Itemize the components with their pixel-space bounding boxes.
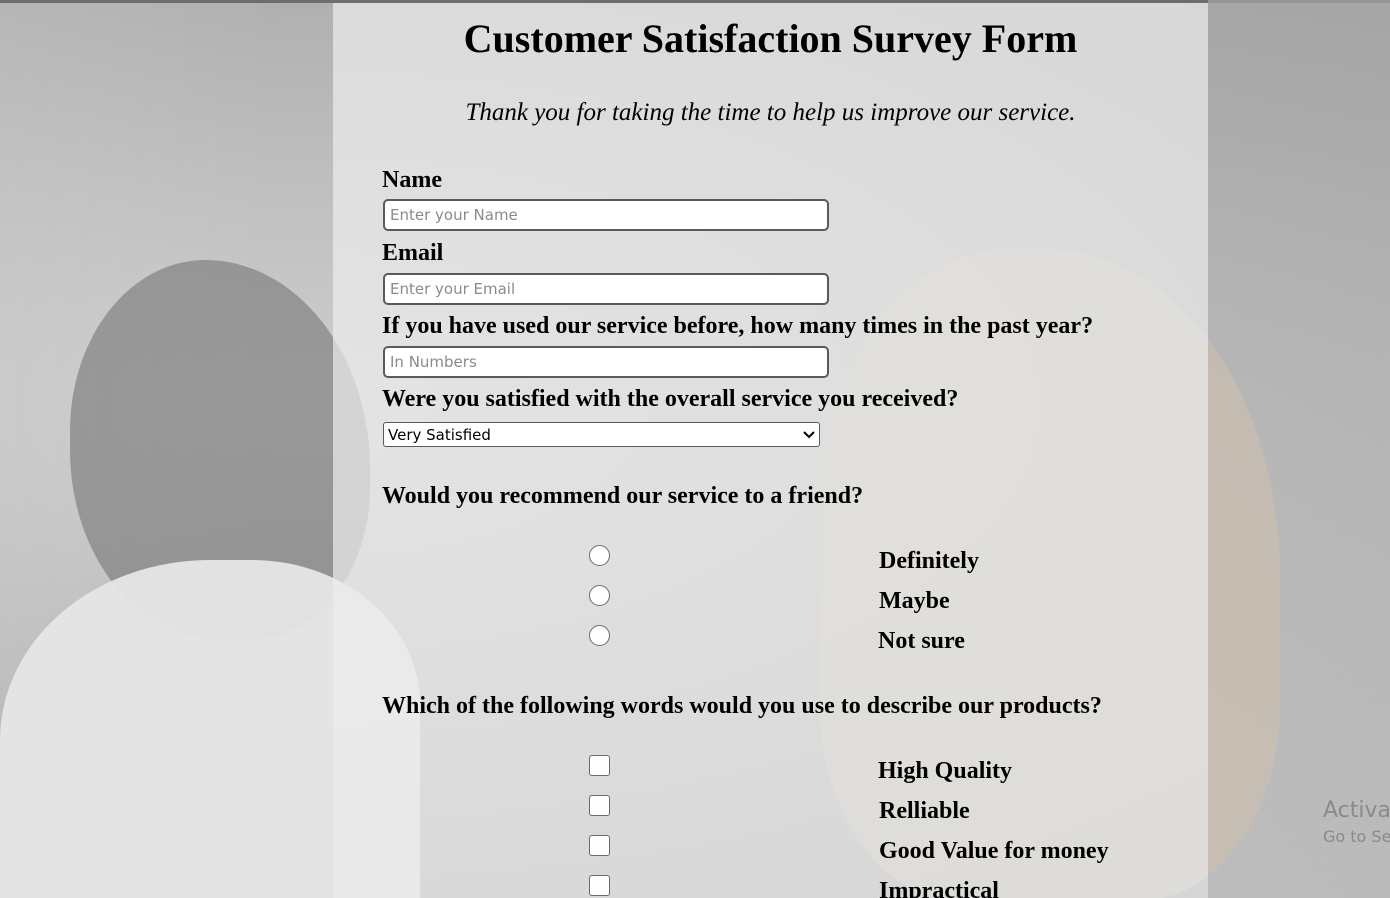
recommend-label: Would you recommend our service to a fri… [382,483,864,509]
email-input[interactable] [383,273,829,305]
describe-option-label: High Quality [878,758,1013,784]
recommend-option-label: Maybe [879,588,950,614]
watermark-line-2: Go to Se [1323,827,1390,846]
name-input[interactable] [383,199,829,231]
watermark-line-1: Activa [1323,798,1390,823]
times-used-input[interactable] [383,346,829,378]
recommend-radio-not-sure[interactable] [589,625,610,646]
describe-checkbox-good-value[interactable] [589,835,610,856]
name-label: Name [382,167,442,193]
chevron-down-icon [803,428,815,442]
describe-option-label: Relliable [879,798,970,824]
recommend-radio-definitely[interactable] [589,545,610,566]
times-used-label: If you have used our service before, how… [382,313,1094,339]
activate-windows-watermark: Activa Go to Se [1323,798,1390,846]
describe-checkbox-impractical[interactable] [589,875,610,896]
page-subtitle: Thank you for taking the time to help us… [465,99,1076,126]
describe-checkbox-high-quality[interactable] [589,755,610,776]
recommend-option-label: Not sure [878,628,965,654]
recommend-radio-maybe[interactable] [589,585,610,606]
describe-label: Which of the following words would you u… [382,693,1102,719]
recommend-option-label: Definitely [879,548,979,574]
page-title: Customer Satisfaction Survey Form [463,16,1078,61]
email-label: Email [382,240,444,266]
survey-form-panel: Customer Satisfaction Survey Form Thank … [333,3,1208,898]
describe-option-label: Impractical [879,878,999,898]
satisfaction-select[interactable]: Very Satisfied [383,422,820,447]
describe-option-label: Good Value for money [879,838,1109,864]
satisfaction-selected-value: Very Satisfied [388,425,491,444]
describe-checkbox-relliable[interactable] [589,795,610,816]
satisfaction-label: Were you satisfied with the overall serv… [382,386,959,412]
